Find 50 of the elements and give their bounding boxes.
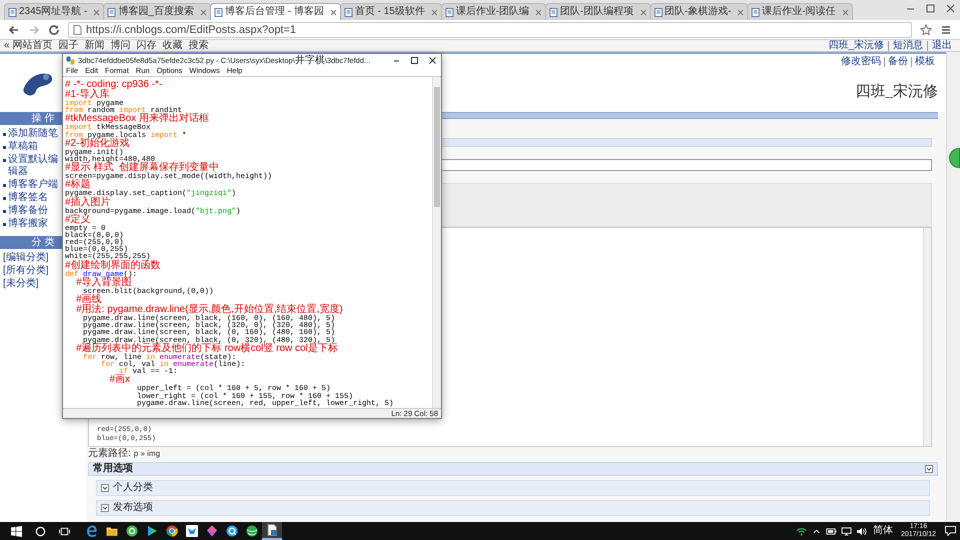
- code-line: # -*- coding: cp936 -*-: [65, 78, 164, 88]
- header-link[interactable]: 模板: [911, 57, 938, 67]
- sidebar-link[interactable]: [未分类]: [3, 278, 54, 290]
- sidebar-link[interactable]: 博客备份: [8, 205, 59, 217]
- sidebar-link[interactable]: 博客搬家: [8, 218, 59, 230]
- code-line: #1-导入库: [65, 88, 110, 98]
- options-subpanel[interactable]: 发布选项: [96, 500, 930, 516]
- code-line: #标题: [65, 178, 91, 188]
- header-link[interactable]: 备份: [884, 57, 911, 67]
- panel-title: 常用选项: [93, 463, 133, 475]
- nav-link[interactable]: 新闻: [84, 40, 104, 52]
- options-subpanel[interactable]: 个人分类: [96, 480, 930, 496]
- sidebar-link[interactable]: [所有分类]: [3, 265, 54, 277]
- browser-tab[interactable]: 团队-象棋游戏-: [650, 3, 748, 20]
- code-line: #2-初始化游戏: [65, 138, 130, 147]
- header-link[interactable]: 修改密码: [838, 57, 884, 67]
- sidebar-link[interactable]: 博客签名: [8, 192, 59, 204]
- address-bar[interactable]: https://i.cnblogs.com/EditPosts.aspx?opt=1: [68, 22, 912, 38]
- nav-link[interactable]: 博问: [110, 40, 130, 52]
- nav-link[interactable]: 收藏: [162, 40, 182, 52]
- panel-title: 个人分类: [113, 482, 153, 494]
- nav-link[interactable]: 闪存: [136, 40, 156, 52]
- user-link[interactable]: 短消息: [888, 40, 927, 50]
- sidebar-link[interactable]: 草稿箱: [8, 141, 59, 153]
- nav-link[interactable]: « 网站首页: [4, 40, 52, 52]
- code-line: #画x: [108, 374, 132, 384]
- browser-tab[interactable]: 2345网址导航 -: [4, 3, 104, 20]
- blog-author-name: 四班_宋沅修: [856, 82, 938, 102]
- input-method-indicator[interactable]: 简体: [868, 525, 897, 537]
- user-link[interactable]: 退出: [927, 40, 956, 50]
- panel-title: 发布选项: [113, 502, 153, 514]
- sidebar-link[interactable]: 添加新随笔: [8, 128, 59, 140]
- user-link[interactable]: 四班_宋沅修: [824, 40, 888, 50]
- code-line: #显示 样式 创建屏幕保存到变量中: [65, 162, 219, 172]
- browser-tab[interactable]: 首页 - 15级软件: [340, 3, 442, 20]
- options-panel-header[interactable]: 常用选项: [88, 462, 938, 476]
- browser-tab[interactable]: 团队-团队编程项: [545, 3, 651, 20]
- browser-tab[interactable]: 课后作业-阅读任: [747, 3, 853, 20]
- path-label: 元素路径:: [88, 448, 131, 460]
- code-line: #插入图片: [65, 196, 112, 206]
- nav-link[interactable]: 园子: [58, 40, 78, 52]
- nav-link[interactable]: 搜索: [188, 40, 208, 52]
- sidebar-link[interactable]: 博客客户端: [8, 179, 59, 191]
- browser-tab[interactable]: 博客后台管理 - 博客园: [210, 3, 341, 20]
- element-path: p » img: [134, 448, 160, 460]
- browser-tab[interactable]: 博客园_百度搜索: [103, 3, 211, 20]
- browser-tab[interactable]: 课后作业-团队编: [440, 3, 546, 20]
- sidebar-link[interactable]: 设置默认编辑器: [8, 154, 59, 178]
- sidebar-link[interactable]: [编辑分类]: [3, 252, 54, 264]
- code-line: #定义: [65, 214, 91, 223]
